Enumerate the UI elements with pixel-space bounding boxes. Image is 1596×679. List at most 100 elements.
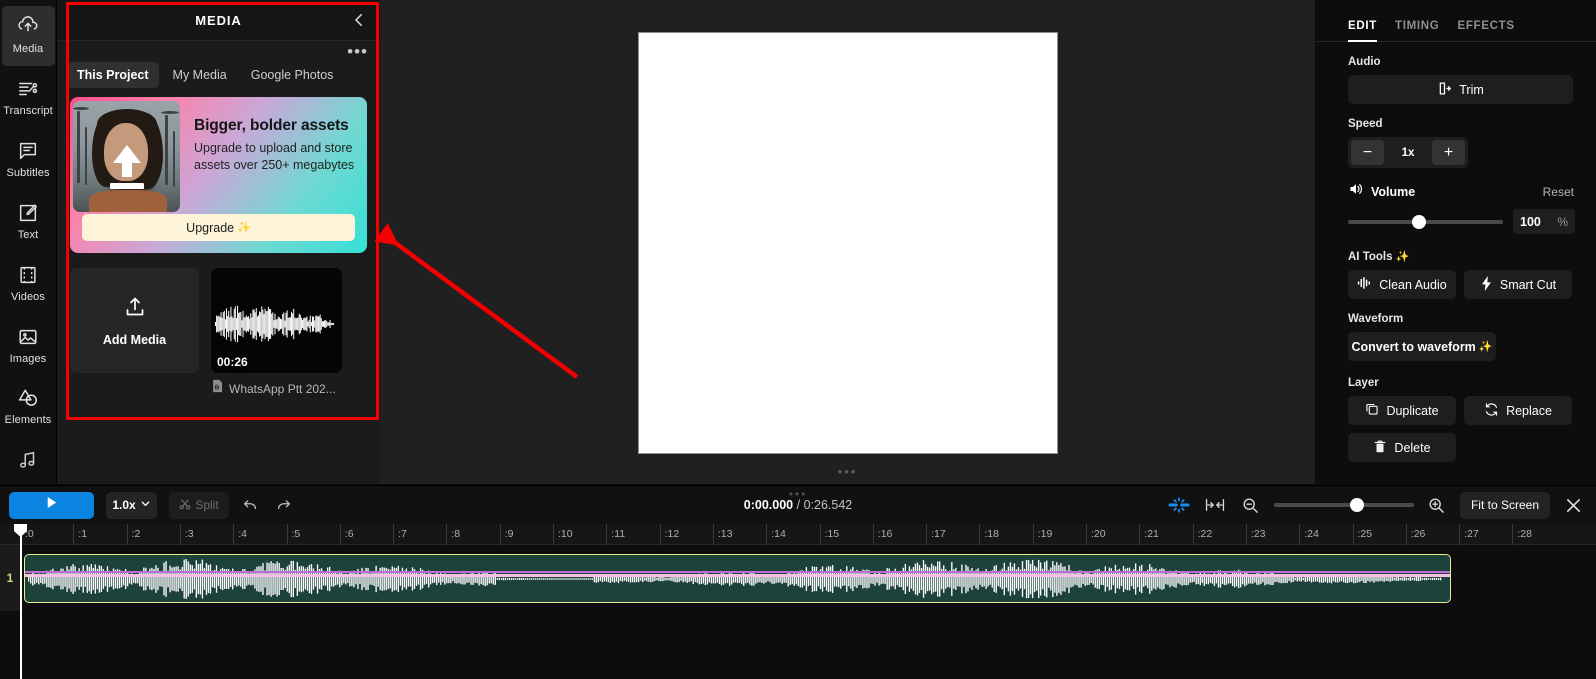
volume-reset-button[interactable]: Reset xyxy=(1543,185,1574,199)
ruler-tick: :28 xyxy=(1512,524,1532,545)
upgrade-promo-card[interactable]: Bigger, bolder assets Upgrade to upload … xyxy=(70,97,367,253)
track-gutter: 1 xyxy=(0,545,20,611)
delete-button[interactable]: Delete xyxy=(1348,433,1456,462)
timeline-ruler[interactable]: :0:1:2:3:4:5:6:7:8:9:10:11:12:13:14:15:1… xyxy=(0,524,1596,545)
rail-item-subtitles[interactable]: Subtitles xyxy=(2,130,55,190)
rail-item-videos[interactable]: Videos xyxy=(2,253,55,313)
ai-tools-button-row: Clean Audio Smart Cut xyxy=(1348,270,1578,299)
duplicate-label: Duplicate xyxy=(1386,403,1439,418)
ruler-tick-label: :19 xyxy=(1037,528,1053,540)
timecode-separator: / xyxy=(796,498,801,512)
media-tab-my-media[interactable]: My Media xyxy=(163,62,237,88)
promo-thumbnail-image xyxy=(73,101,180,212)
tab-effects[interactable]: EFFECTS xyxy=(1457,20,1514,41)
elements-shapes-icon xyxy=(17,387,39,409)
ruler-tick: :2 xyxy=(126,524,140,545)
chevron-left-icon[interactable] xyxy=(350,11,368,29)
redo-button[interactable] xyxy=(271,492,297,519)
ruler-tick-label: :3 xyxy=(184,528,194,540)
play-button[interactable] xyxy=(9,491,94,519)
zoom-slider-knob[interactable] xyxy=(1349,498,1364,512)
fit-to-screen-button[interactable]: Fit to Screen xyxy=(1459,491,1550,519)
add-marker-button[interactable] xyxy=(1166,492,1192,519)
upload-tray-icon xyxy=(123,295,147,324)
undo-button[interactable] xyxy=(237,492,263,519)
inspector-tabs: EDIT TIMING EFFECTS xyxy=(1315,0,1596,42)
clean-audio-button[interactable]: Clean Audio xyxy=(1348,270,1456,299)
zoom-out-button[interactable] xyxy=(1238,492,1264,519)
zoom-in-button[interactable] xyxy=(1424,492,1450,519)
ruler-tick: :8 xyxy=(446,524,460,545)
ruler-tick: :12 xyxy=(659,524,679,545)
volume-control-row: 100 % xyxy=(1348,209,1578,234)
music-note-icon xyxy=(17,449,39,471)
ruler-tick-label: :28 xyxy=(1517,528,1532,540)
upgrade-button[interactable]: Upgrade ✨ xyxy=(82,214,355,241)
rail-label-transcript: Transcript xyxy=(3,105,53,118)
rail-item-elements[interactable]: Elements xyxy=(2,377,55,437)
ruler-tick-label: :15 xyxy=(824,528,840,540)
image-icon xyxy=(17,326,39,348)
drag-handle-icon[interactable]: ••• xyxy=(838,465,858,478)
preview-canvas[interactable] xyxy=(638,32,1058,454)
speed-increase-button[interactable]: + xyxy=(1431,140,1465,165)
ruler-tick-label: :18 xyxy=(984,528,999,540)
rail-label-subtitles: Subtitles xyxy=(6,167,50,180)
ruler-tick-label: :4 xyxy=(238,528,247,540)
speed-decrease-button[interactable]: − xyxy=(1351,140,1384,165)
ai-tools-label-text: AI Tools xyxy=(1348,250,1393,263)
duplicate-button[interactable]: Duplicate xyxy=(1348,396,1456,425)
upgrade-button-label: Upgrade xyxy=(186,220,235,235)
trim-button[interactable]: Trim xyxy=(1348,75,1573,104)
rail-item-media[interactable]: Media xyxy=(1,6,55,66)
promo-heading: Bigger, bolder assets xyxy=(194,117,349,134)
add-media-button[interactable]: Add Media xyxy=(70,268,199,373)
ruler-tick-label: :22 xyxy=(1197,528,1213,540)
media-tab-google-photos[interactable]: Google Photos xyxy=(241,62,344,88)
convert-to-waveform-button[interactable]: Convert to waveform ✨ xyxy=(1348,332,1496,361)
ruler-tick-label: :20 xyxy=(1091,528,1106,540)
ruler-tick-label: :7 xyxy=(398,528,407,540)
fit-selection-button[interactable] xyxy=(1202,492,1228,519)
ruler-tick-label: :1 xyxy=(78,528,88,540)
sparkle-icon: ✨ xyxy=(1478,341,1493,353)
tab-edit[interactable]: EDIT xyxy=(1348,20,1377,42)
audio-clip[interactable] xyxy=(24,554,1451,603)
media-tab-this-project[interactable]: This Project xyxy=(67,62,159,88)
rail-item-transcript[interactable]: Transcript xyxy=(2,68,55,128)
volume-slider-knob[interactable] xyxy=(1412,214,1426,229)
media-panel-header: MEDIA xyxy=(57,0,380,41)
zoom-slider[interactable] xyxy=(1273,498,1414,512)
layer-section-label: Layer xyxy=(1348,377,1379,389)
ruler-tick: :26 xyxy=(1405,524,1425,545)
delete-button-row: Delete xyxy=(1348,433,1578,462)
audio-levels-icon xyxy=(1357,276,1372,293)
ruler-tick: :6 xyxy=(339,524,354,545)
rail-label-images: Images xyxy=(9,352,47,365)
ruler-tick: :16 xyxy=(872,524,892,545)
speaker-icon xyxy=(1348,181,1364,202)
audio-file-icon xyxy=(211,379,224,398)
replace-button[interactable]: Replace xyxy=(1464,396,1572,425)
ruler-tick: :13 xyxy=(712,524,733,545)
more-horizontal-icon[interactable]: ••• xyxy=(347,43,368,61)
refresh-icon xyxy=(1484,402,1499,420)
volume-slider[interactable] xyxy=(1348,214,1503,229)
timeline-playhead[interactable] xyxy=(14,524,27,679)
ruler-tick: :22 xyxy=(1192,524,1212,545)
ruler-tick-label: :26 xyxy=(1410,528,1426,540)
rail-item-images[interactable]: Images xyxy=(2,315,55,375)
playback-rate-button[interactable]: 1.0x xyxy=(106,491,157,519)
media-panel: MEDIA ••• This Project My Media Google P… xyxy=(57,0,380,484)
rail-item-audio[interactable] xyxy=(2,439,55,482)
media-asset-item[interactable]: 00:26 WhatsApp Ptt 202... xyxy=(211,268,342,398)
smart-cut-button[interactable]: Smart Cut xyxy=(1464,270,1572,299)
tab-timing[interactable]: TIMING xyxy=(1395,20,1439,41)
track-number: 1 xyxy=(6,571,14,585)
close-timeline-button[interactable] xyxy=(1560,492,1586,519)
clean-audio-label: Clean Audio xyxy=(1379,277,1447,292)
split-button[interactable]: Split xyxy=(169,491,229,519)
rail-item-text[interactable]: Text xyxy=(2,191,55,251)
clip-waveform xyxy=(28,559,1442,599)
volume-value-field[interactable]: 100 % xyxy=(1513,209,1575,234)
